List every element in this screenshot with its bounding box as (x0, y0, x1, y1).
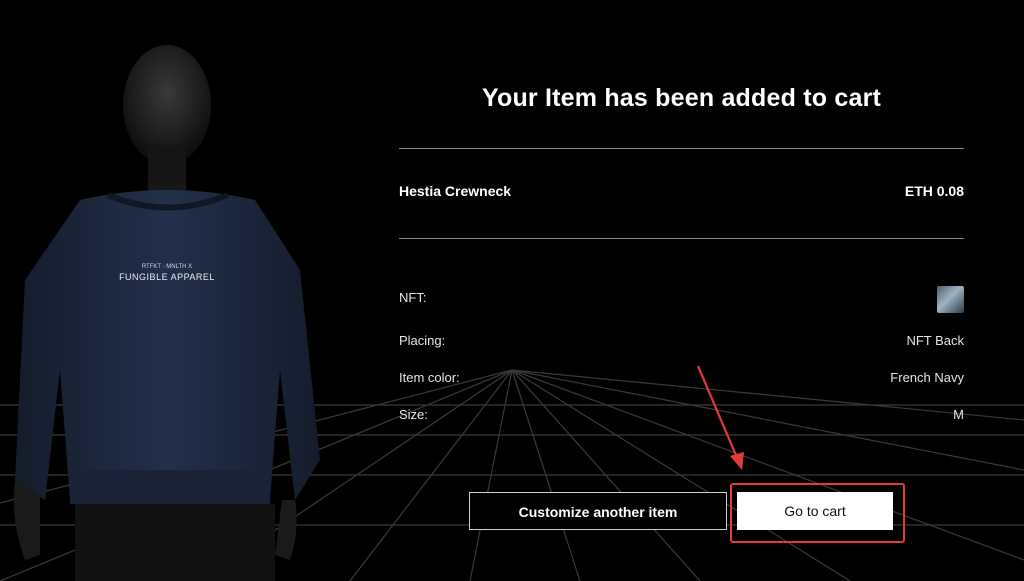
size-label: Size: (399, 407, 428, 422)
customize-another-item-button[interactable]: Customize another item (469, 492, 727, 530)
placing-label: Placing: (399, 333, 446, 348)
item-color-label: Item color: (399, 370, 460, 385)
nft-thumbnail-icon (937, 286, 964, 313)
item-color-value: French Navy (890, 370, 964, 385)
sweater-print-line1: RTFKT · MNLTH X (142, 264, 192, 270)
confirmation-title: Your Item has been added to cart (481, 84, 882, 112)
annotation-arrow-icon (696, 365, 744, 470)
mannequin-sweater-image: RTFKT · MNLTH X FUNGIBLE APPAREL (13, 45, 320, 581)
size-value: M (953, 407, 964, 422)
divider-middle (399, 238, 964, 239)
product-price: ETH 0.08 (904, 183, 964, 199)
sweater-print-line2: FUNGIBLE APPAREL (119, 272, 215, 282)
annotation-highlight-box (730, 483, 905, 543)
placing-value: NFT Back (906, 333, 964, 348)
product-name: Hestia Crewneck (399, 183, 512, 199)
nft-label: NFT: (399, 290, 427, 305)
divider-top (399, 148, 964, 149)
